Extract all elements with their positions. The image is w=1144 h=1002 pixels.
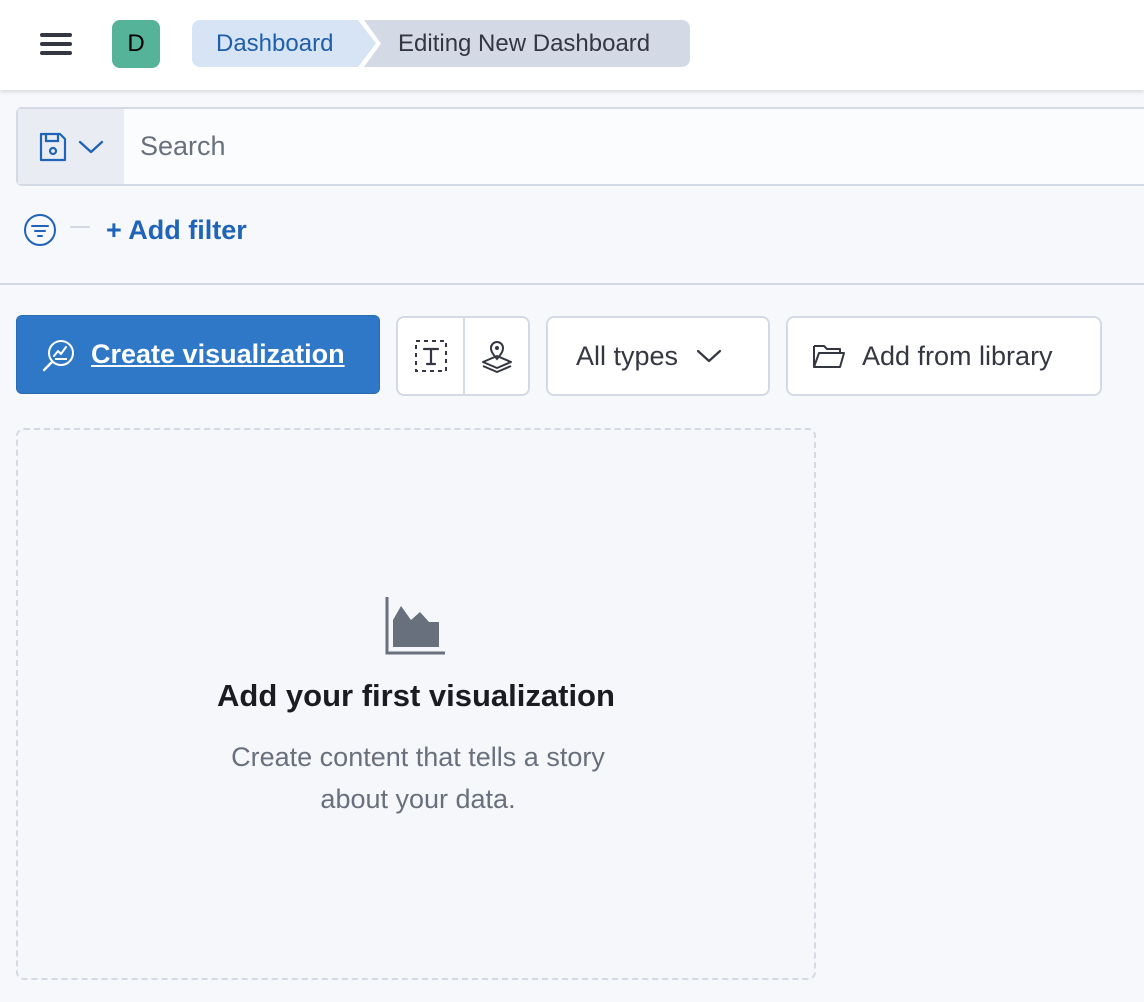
all-types-label: All types <box>576 340 679 371</box>
add-map-button[interactable] <box>463 318 528 394</box>
space-avatar[interactable]: D <box>112 20 160 68</box>
add-from-library-label: Add from library <box>862 340 1053 371</box>
chevron-down-icon <box>78 140 104 153</box>
add-from-library-button[interactable]: Add from library <box>786 316 1102 396</box>
section-divider <box>0 283 1144 285</box>
breadcrumb-editing-new-dashboard: Editing New Dashboard <box>364 20 690 67</box>
filter-icon[interactable] <box>22 212 58 248</box>
folder-icon <box>813 345 845 368</box>
add-filter-button[interactable]: + Add filter <box>106 215 247 246</box>
saved-query-menu-button[interactable] <box>18 109 124 184</box>
hamburger-menu-icon[interactable] <box>38 30 74 58</box>
search-input[interactable] <box>124 109 1144 184</box>
top-header: D Dashboard Editing New Dashboard <box>0 0 1144 90</box>
empty-dashboard-panel: Add your first visualization Create cont… <box>16 428 816 980</box>
breadcrumb-dashboard[interactable]: Dashboard <box>192 20 376 67</box>
area-chart-icon <box>385 597 445 655</box>
filter-row: + Add filter <box>22 208 247 252</box>
all-types-dropdown[interactable]: All types <box>546 316 770 396</box>
quick-add-group <box>396 316 530 396</box>
filter-separator <box>70 226 90 228</box>
save-icon <box>39 132 67 161</box>
empty-state-title: Add your first visualization <box>217 678 615 713</box>
query-bar <box>16 107 1144 186</box>
chevron-down-icon <box>696 349 722 363</box>
text-icon <box>414 340 447 372</box>
add-text-button[interactable] <box>398 318 463 394</box>
create-visualization-button[interactable]: Create visualization <box>16 315 380 394</box>
create-visualization-icon <box>42 339 74 371</box>
map-icon <box>481 341 512 373</box>
create-visualization-label: Create visualization <box>91 339 345 369</box>
empty-state-description: Create content that tells a story about … <box>231 742 605 814</box>
